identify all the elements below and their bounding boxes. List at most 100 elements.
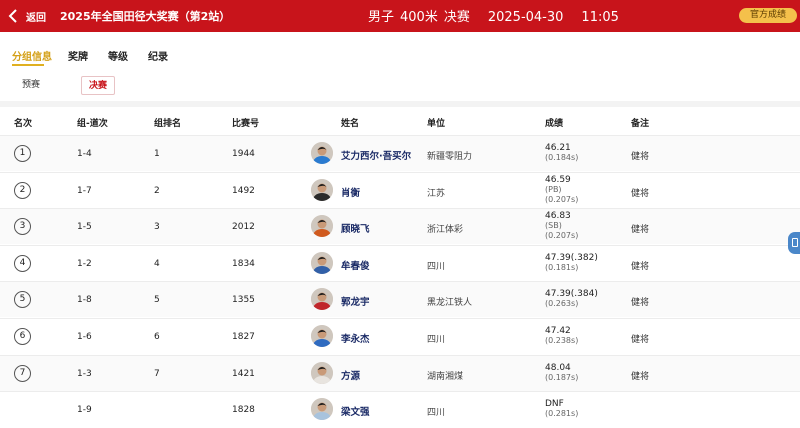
result-cell: 46.21 (0.184s) bbox=[545, 143, 578, 163]
side-panel-button[interactable] bbox=[788, 232, 800, 254]
athlete-name[interactable]: 梁文强 bbox=[341, 404, 370, 418]
event-time: 11:05 bbox=[581, 10, 619, 25]
group-lane: 1-7 bbox=[77, 185, 92, 196]
header-note: 备注 bbox=[631, 119, 650, 129]
result-cell: 46.83 (SB) (0.207s) bbox=[545, 211, 578, 241]
remark: 健将 bbox=[631, 335, 650, 345]
athlete-unit: 黑龙江铁人 bbox=[427, 298, 473, 309]
athlete-unit: 四川 bbox=[427, 261, 446, 272]
reaction-time: (0.184s) bbox=[545, 153, 579, 162]
group-lane: 1-9 bbox=[77, 405, 92, 416]
side-panel-icon bbox=[792, 238, 798, 247]
table-row[interactable]: 1 1-4 1 1944 艾力西尔·吾买尔 新疆零阻力 46.21 (0.184s) 健… bbox=[0, 135, 800, 171]
tab-group-info[interactable]: 分组信息 bbox=[12, 48, 52, 63]
athlete-name[interactable]: 肖衡 bbox=[341, 185, 360, 199]
athlete-avatar-icon[interactable] bbox=[311, 215, 333, 238]
group-lane: 1-3 bbox=[77, 368, 92, 379]
athlete-avatar-icon[interactable] bbox=[311, 178, 333, 201]
event-date: 2025-04-30 bbox=[487, 10, 564, 25]
result-cell: 47.42 (0.238s) bbox=[545, 326, 578, 346]
rank-badge: 4 bbox=[14, 254, 31, 272]
group-rank: 5 bbox=[154, 295, 160, 306]
athlete-name[interactable]: 牟春俊 bbox=[341, 258, 370, 272]
tab-records[interactable]: 纪录 bbox=[148, 48, 168, 63]
result-cell: 46.59 (PB) (0.207s) bbox=[545, 175, 578, 205]
athlete-avatar-icon[interactable] bbox=[311, 361, 333, 384]
header-name: 姓名 bbox=[341, 119, 360, 129]
bib-number: 1834 bbox=[232, 258, 255, 269]
remark: 健将 bbox=[631, 298, 650, 309]
rank-badge: 2 bbox=[14, 181, 31, 199]
reaction-time: (0.207s) bbox=[545, 231, 579, 241]
result-time: 48.04 bbox=[545, 362, 571, 373]
header-result: 成绩 bbox=[545, 119, 564, 129]
reaction-time: (0.181s) bbox=[545, 262, 579, 272]
athlete-unit: 湖南湘煤 bbox=[427, 371, 464, 382]
bib-number: 1421 bbox=[232, 368, 255, 379]
athlete-unit: 新疆零阻力 bbox=[427, 152, 473, 162]
group-lane: 1-6 bbox=[77, 332, 92, 342]
table-row[interactable]: 5 1-8 5 1355 郭龙宇 黑龙江铁人 47.39(.384) (0.263s) … bbox=[0, 281, 800, 318]
result-time: 47.42 bbox=[545, 326, 571, 336]
remark: 健将 bbox=[631, 152, 650, 162]
athlete-unit: 江苏 bbox=[427, 188, 446, 199]
group-lane: 1-5 bbox=[77, 222, 92, 233]
athlete-name[interactable]: 郭龙宇 bbox=[341, 294, 370, 308]
athlete-avatar-icon[interactable] bbox=[311, 398, 333, 421]
table-row[interactable]: 4 1-2 4 1834 牟春俊 四川 47.39(.382) (0.181s) 健将 bbox=[0, 244, 800, 281]
rank-badge: 3 bbox=[14, 218, 31, 236]
reaction-time: (0.238s) bbox=[545, 336, 579, 345]
rank-badge: 7 bbox=[14, 364, 31, 382]
group-rank: 4 bbox=[154, 258, 160, 269]
athlete-name[interactable]: 艾力西尔·吾买尔 bbox=[341, 148, 411, 162]
athlete-unit: 四川 bbox=[427, 335, 446, 345]
tab-medals[interactable]: 奖牌 bbox=[68, 48, 88, 63]
remark: 健将 bbox=[631, 371, 650, 382]
tab-grades[interactable]: 等级 bbox=[108, 48, 128, 63]
result-time: 47.39(.384) bbox=[545, 289, 598, 300]
group-rank: 1 bbox=[154, 149, 160, 159]
bib-number: 1827 bbox=[232, 332, 255, 342]
official-results-button[interactable]: 官方成绩 bbox=[739, 8, 797, 23]
result-tag: (SB) bbox=[545, 221, 562, 231]
bib-number: 1828 bbox=[232, 405, 255, 416]
athlete-avatar-icon[interactable] bbox=[311, 142, 333, 164]
athlete-name[interactable]: 李永杰 bbox=[341, 331, 370, 345]
athlete-unit: 四川 bbox=[427, 408, 446, 419]
section-tabs: 分组信息 奖牌 等级 纪录 bbox=[0, 44, 800, 66]
athlete-avatar-icon[interactable] bbox=[311, 251, 333, 274]
athlete-name[interactable]: 方源 bbox=[341, 368, 360, 382]
table-row[interactable]: 6 1-6 6 1827 李永杰 四川 47.42 (0.238s) 健将 bbox=[0, 318, 800, 354]
active-tab-indicator bbox=[12, 64, 44, 66]
app-header: 返回 2025年全国田径大奖赛（第2站） 男子 400米 决赛 2025-04-30 1… bbox=[0, 0, 800, 32]
header-bib: 比赛号 bbox=[232, 119, 260, 129]
athlete-name[interactable]: 顾晓飞 bbox=[341, 221, 370, 235]
chevron-left-icon[interactable] bbox=[6, 8, 20, 24]
bib-number: 1944 bbox=[232, 149, 255, 159]
back-button[interactable]: 返回 bbox=[26, 9, 46, 24]
result-time: 46.59 bbox=[545, 174, 571, 185]
round-selector: 预赛 决赛 bbox=[0, 76, 800, 96]
table-row[interactable]: 7 1-3 7 1421 方源 湖南湘煤 48.04 (0.187s) 健将 bbox=[0, 354, 800, 391]
round-prelim-button[interactable]: 预赛 bbox=[20, 76, 42, 95]
group-lane: 1-2 bbox=[77, 258, 92, 269]
athlete-avatar-icon[interactable] bbox=[311, 325, 333, 347]
result-time: 46.83 bbox=[545, 211, 571, 222]
result-cell: 47.39(.382) (0.181s) bbox=[545, 253, 598, 273]
event-name: 400米 bbox=[400, 10, 438, 25]
result-cell: 48.04 (0.187s) bbox=[545, 363, 578, 383]
table-row[interactable]: 2 1-7 2 1492 肖衡 江苏 46.59 (PB) (0.207s) 健将 bbox=[0, 171, 800, 208]
table-row[interactable]: 1-9 1828 梁文强 四川 DNF (0.281s) bbox=[0, 391, 800, 427]
group-rank: 7 bbox=[154, 368, 160, 379]
remark: 健将 bbox=[631, 261, 650, 272]
athlete-avatar-icon[interactable] bbox=[311, 288, 333, 311]
remark: 健将 bbox=[631, 225, 650, 236]
result-time: 46.21 bbox=[545, 143, 571, 153]
table-row[interactable]: 3 1-5 3 2012 顾晓飞 浙江体彩 46.83 (SB) (0.207s) 健将 bbox=[0, 208, 800, 245]
reaction-time: (0.187s) bbox=[545, 372, 579, 382]
result-cell: DNF (0.281s) bbox=[545, 399, 578, 419]
group-rank: 2 bbox=[154, 185, 160, 196]
header-group-lane: 组-道次 bbox=[77, 119, 108, 129]
round-final-button[interactable]: 决赛 bbox=[81, 76, 115, 95]
result-tag: (PB) bbox=[545, 184, 562, 194]
